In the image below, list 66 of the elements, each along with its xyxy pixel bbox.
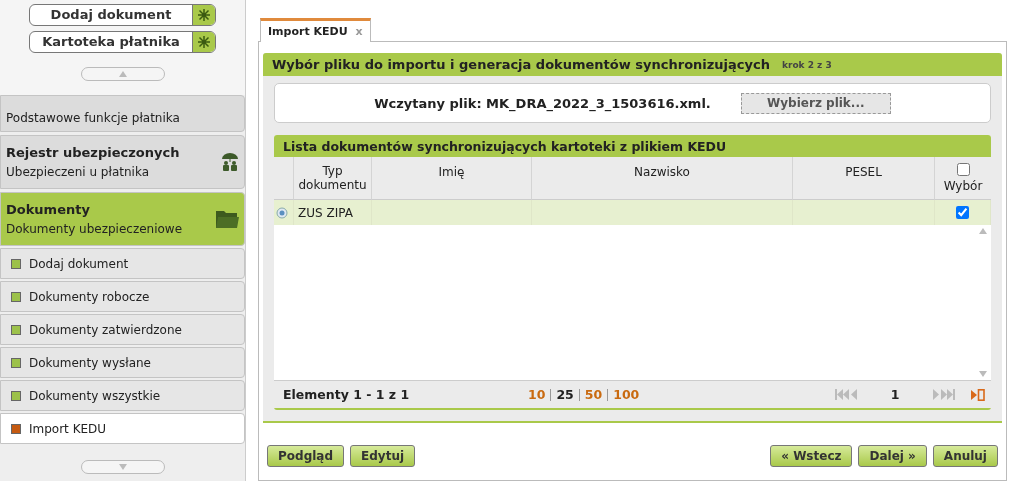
menu-item[interactable]: Dodaj dokument	[0, 248, 245, 279]
menu-item-label: Dokumenty wszystkie	[29, 388, 161, 403]
menu-group-subtitle: Ubezpieczeni u płatnika	[6, 165, 150, 179]
table-cell: ZUS ZIPA	[294, 200, 372, 225]
header-cell	[274, 157, 294, 200]
bullet-icon	[11, 423, 21, 434]
bullet-icon	[11, 324, 21, 335]
menu-group[interactable]: Podstawowe funkcje płatnika	[0, 95, 245, 132]
step-indicator: krok 2 z 3	[781, 59, 832, 70]
up-arrow-icon	[118, 71, 127, 77]
menu-item[interactable]: Dokumenty robocze	[0, 281, 245, 312]
people-umbrella-icon	[221, 152, 239, 172]
menu-group[interactable]: Rejestr ubezpieczonych Ubezpieczeni u płatnika	[0, 135, 245, 189]
page-number: 1	[889, 387, 901, 402]
column-header: Nazwisko	[532, 157, 793, 200]
action-button[interactable]: Podgląd	[267, 445, 345, 467]
nav-button[interactable]: Anuluj	[932, 445, 998, 467]
item-count: Elementy 1 - 1 z 1	[283, 387, 411, 402]
menu-group-title: Dokumenty	[6, 202, 91, 217]
menu-item-label: Dodaj dokument	[29, 256, 129, 271]
menu-item-label: Dokumenty robocze	[29, 289, 150, 304]
down-arrow-icon	[979, 371, 987, 377]
down-arrow-icon	[118, 464, 127, 470]
scroll-down-button[interactable]	[80, 460, 165, 474]
magic-wand-icon	[197, 35, 211, 49]
first-page-icon[interactable]	[835, 389, 859, 400]
tab-label: Import KEDU	[268, 25, 348, 38]
action-button[interactable]: Edytuj	[350, 445, 416, 467]
nav-button[interactable]: « Wstecz	[770, 445, 853, 467]
menu-item[interactable]: Import KEDU	[0, 413, 245, 444]
menu-group-title: Rejestr ubezpieczonych	[6, 145, 181, 160]
radio-button[interactable]	[276, 206, 288, 219]
select-all-checkbox[interactable]	[956, 163, 970, 176]
list-title: Lista dokumentów synchronizujących kartoteki z plikiem KEDU	[274, 135, 991, 157]
choose-file-button[interactable]: Wybierz plik...	[740, 92, 891, 114]
menu-item[interactable]: Dokumenty wysłane	[0, 347, 245, 378]
page-size-link[interactable]: 25	[556, 387, 574, 402]
wizard-title: Wybór pliku do importu i generacja dokumentów synchronizujących	[272, 57, 770, 72]
column-header: Typ dokumentu	[294, 157, 372, 200]
folder-icon	[215, 209, 239, 229]
quick-action-button[interactable]: Dodaj dokument	[29, 4, 216, 26]
menu-group[interactable]: Dokumenty Dokumenty ubezpieczeniowe	[0, 192, 245, 246]
menu-item-label: Dokumenty wysłane	[29, 355, 151, 370]
column-header: PESEL	[793, 157, 935, 200]
nav-button[interactable]: Dalej »	[858, 445, 927, 467]
row-checkbox[interactable]	[956, 206, 969, 219]
menu-group-subtitle: Dokumenty ubezpieczeniowe	[6, 222, 184, 236]
menu-item[interactable]: Dokumenty zatwierdzone	[0, 314, 245, 345]
bullet-icon	[11, 258, 21, 269]
last-page-icon[interactable]	[931, 389, 955, 400]
magic-wand-icon	[197, 8, 211, 22]
export-icon[interactable]	[971, 388, 985, 401]
menu-group-subtitle: Podstawowe funkcje płatnika	[6, 111, 181, 125]
tab[interactable]: Import KEDU x	[260, 18, 371, 42]
column-header: Imię	[372, 157, 532, 200]
file-label: Wczytany plik: MK_DRA_2022_3_1503616.xml.	[374, 95, 711, 111]
menu-item-label: Dokumenty zatwierdzone	[29, 322, 182, 337]
column-header: Wybór	[943, 179, 983, 193]
up-arrow-icon	[979, 228, 987, 234]
scroll-up-button[interactable]	[80, 67, 165, 81]
quick-action-button[interactable]: Kartoteka płatnika	[29, 31, 216, 53]
menu-item-label: Import KEDU	[29, 421, 107, 436]
bullet-icon	[11, 357, 21, 368]
menu-item[interactable]: Dokumenty wszystkie	[0, 380, 245, 411]
bullet-icon	[11, 390, 21, 401]
bullet-icon	[11, 291, 21, 302]
